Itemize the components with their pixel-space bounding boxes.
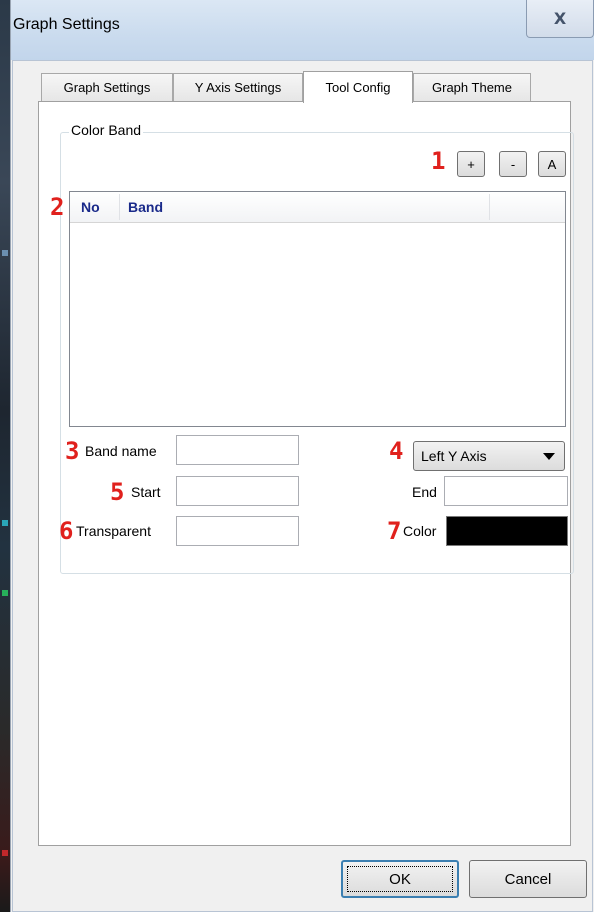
tool-config-panel: Color Band 1 + - A 2 No Band 3 Band name xyxy=(38,101,574,846)
band-name-label: Band name xyxy=(85,443,157,459)
background-app-strip xyxy=(0,0,10,912)
column-band[interactable]: Band xyxy=(128,192,163,222)
tab-graph-theme[interactable]: Graph Theme xyxy=(413,73,531,101)
tab-tool-config[interactable]: Tool Config xyxy=(303,71,413,103)
column-separator xyxy=(119,194,120,220)
color-label: Color xyxy=(403,523,437,539)
chevron-down-icon xyxy=(543,453,555,460)
axis-select[interactable]: Left Y Axis xyxy=(413,441,565,471)
annotation-4: 4 xyxy=(389,437,404,465)
close-button[interactable]: X xyxy=(526,0,594,38)
window-title: Graph Settings xyxy=(13,16,120,33)
strip-mark xyxy=(2,250,8,256)
remove-band-button[interactable]: - xyxy=(499,151,527,177)
add-band-button[interactable]: + xyxy=(457,151,485,177)
tab-y-axis-settings[interactable]: Y Axis Settings xyxy=(173,73,303,101)
all-bands-button[interactable]: A xyxy=(538,151,566,177)
annotation-6: 6 xyxy=(59,517,74,545)
transparent-label: Transparent xyxy=(76,523,151,539)
start-label: Start xyxy=(131,484,161,500)
cancel-button[interactable]: Cancel xyxy=(469,860,587,898)
color-swatch[interactable] xyxy=(446,516,568,546)
band-name-input[interactable] xyxy=(176,435,299,465)
end-label: End xyxy=(412,484,437,500)
tab-graph-settings[interactable]: Graph Settings xyxy=(41,73,173,101)
color-band-group: Color Band 1 + - A 2 No Band 3 Band name xyxy=(50,122,574,574)
band-list-header: No Band xyxy=(70,192,565,223)
column-separator xyxy=(489,194,490,220)
annotation-7: 7 xyxy=(387,517,402,545)
annotation-3: 3 xyxy=(65,437,80,465)
axis-select-value: Left Y Axis xyxy=(421,448,487,464)
ok-button[interactable]: OK xyxy=(341,860,459,898)
color-band-label: Color Band xyxy=(69,122,144,138)
transparent-input[interactable] xyxy=(176,516,299,546)
strip-mark xyxy=(2,850,8,856)
title-bar[interactable]: Graph Settings X xyxy=(11,0,594,60)
annotation-2: 2 xyxy=(50,193,65,221)
band-list[interactable]: No Band xyxy=(69,191,566,427)
cancel-label: Cancel xyxy=(504,870,552,888)
end-input[interactable] xyxy=(444,476,568,506)
annotation-5: 5 xyxy=(110,478,125,506)
column-no[interactable]: No xyxy=(81,192,100,222)
dialog-body: Graph Settings Y Axis Settings Tool Conf… xyxy=(12,60,593,912)
strip-mark xyxy=(2,590,8,596)
focus-rect xyxy=(347,866,453,892)
start-input[interactable] xyxy=(176,476,299,506)
close-icon: X xyxy=(553,9,567,28)
annotation-1: 1 xyxy=(431,147,446,175)
graph-settings-dialog: Graph Settings X Graph Settings Y Axis S… xyxy=(10,0,594,912)
strip-mark xyxy=(2,520,8,526)
